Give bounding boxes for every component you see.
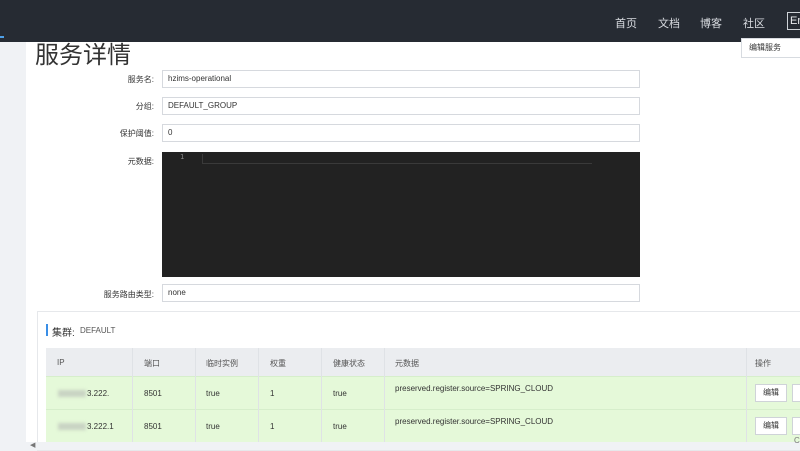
cluster-name: DEFAULT: [80, 326, 116, 335]
ephemeral-cell: true: [206, 389, 220, 398]
col-header-port: 端口: [144, 359, 160, 368]
logo-icon: [0, 36, 4, 38]
protect-threshold-label: 保护阈值:: [119, 129, 154, 138]
port-cell: 8501: [144, 422, 162, 431]
column-divider: [195, 348, 196, 442]
nav-item-docs[interactable]: 文档: [658, 15, 680, 31]
cluster-accent-bar: [46, 324, 48, 336]
column-divider: [321, 348, 322, 442]
col-header-actions: 操作: [755, 359, 771, 368]
metadata-label: 元数据:: [127, 157, 154, 166]
col-header-health: 健康状态: [333, 359, 365, 368]
offline-instance-button[interactable]: [792, 417, 800, 435]
port-cell: 8501: [144, 389, 162, 398]
group-field[interactable]: DEFAULT_GROUP: [162, 97, 640, 115]
metadata-cell: preserved.register.source=SPRING_CLOUD: [395, 384, 554, 393]
edit-service-button[interactable]: 编辑服务: [741, 38, 800, 58]
protect-threshold-field[interactable]: 0: [162, 124, 640, 142]
edit-instance-button[interactable]: 编辑: [755, 384, 787, 402]
ip-cell: 3.222.1: [58, 422, 114, 431]
edit-instance-button[interactable]: 编辑: [755, 417, 787, 435]
service-name-field[interactable]: hzims-operational: [162, 70, 640, 88]
scroll-left-arrow-icon[interactable]: ◀: [30, 441, 35, 449]
weight-cell: 1: [270, 422, 275, 431]
active-line-highlight: [202, 154, 592, 164]
column-divider: [258, 348, 259, 442]
group-label: 分组:: [135, 102, 154, 111]
col-header-ephemeral: 临时实例: [206, 359, 238, 368]
page-title: 服务详情: [35, 41, 131, 69]
col-header-metadata: 元数据: [395, 359, 419, 368]
top-nav-bar: 首页 文档 博客 社区 En: [0, 0, 800, 42]
metadata-cell: preserved.register.source=SPRING_CLOUD: [395, 417, 554, 426]
health-cell: true: [333, 389, 347, 398]
nav-item-blog[interactable]: 博客: [700, 15, 722, 31]
corner-text: C: [794, 436, 800, 445]
left-sidebar-edge: [0, 42, 26, 442]
table-row: 3.222. 8501 true 1 true preserved.regist…: [46, 376, 800, 409]
table-row: 3.222.1 8501 true 1 true preserved.regis…: [46, 409, 800, 442]
ephemeral-cell: true: [206, 422, 220, 431]
offline-instance-button[interactable]: [792, 384, 800, 402]
cluster-title: 集群:: [52, 328, 75, 339]
column-divider: [746, 348, 747, 442]
horizontal-scrollbar[interactable]: [26, 442, 800, 450]
service-name-label: 服务名:: [127, 75, 154, 84]
nav-item-home[interactable]: 首页: [615, 15, 637, 31]
weight-cell: 1: [270, 389, 275, 398]
ip-cell: 3.222.: [58, 389, 109, 398]
column-divider: [132, 348, 133, 442]
route-type-label: 服务路由类型:: [103, 290, 154, 299]
col-header-ip: IP: [57, 358, 65, 367]
language-switch-button[interactable]: En: [787, 12, 800, 30]
nav-item-community[interactable]: 社区: [743, 15, 765, 31]
line-number: 1: [180, 153, 185, 161]
metadata-code-editor[interactable]: 1: [162, 152, 640, 277]
route-type-field[interactable]: none: [162, 284, 640, 302]
health-cell: true: [333, 422, 347, 431]
col-header-weight: 权重: [270, 359, 286, 368]
column-divider: [384, 348, 385, 442]
table-header: IP 端口 临时实例 权重 健康状态 元数据 操作: [46, 348, 800, 376]
